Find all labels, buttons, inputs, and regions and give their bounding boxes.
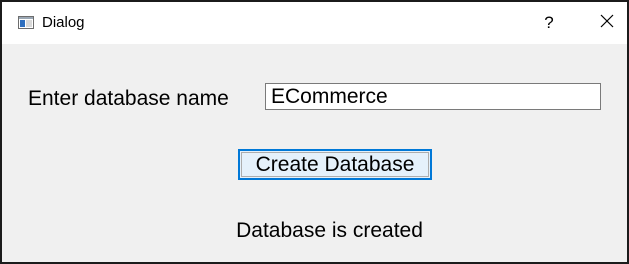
dialog-window: Dialog ? Enter database name Create Data… — [0, 0, 629, 264]
create-database-button[interactable]: Create Database — [238, 149, 432, 180]
app-window-icon — [18, 16, 34, 29]
close-icon — [600, 14, 614, 33]
close-button[interactable] — [587, 2, 627, 44]
database-name-label: Enter database name — [28, 87, 229, 110]
status-message: Database is created — [236, 219, 423, 242]
database-name-input[interactable] — [265, 83, 601, 110]
window-title: Dialog — [42, 14, 85, 31]
help-button[interactable]: ? — [529, 2, 569, 44]
title-bar[interactable]: Dialog ? — [2, 2, 627, 44]
